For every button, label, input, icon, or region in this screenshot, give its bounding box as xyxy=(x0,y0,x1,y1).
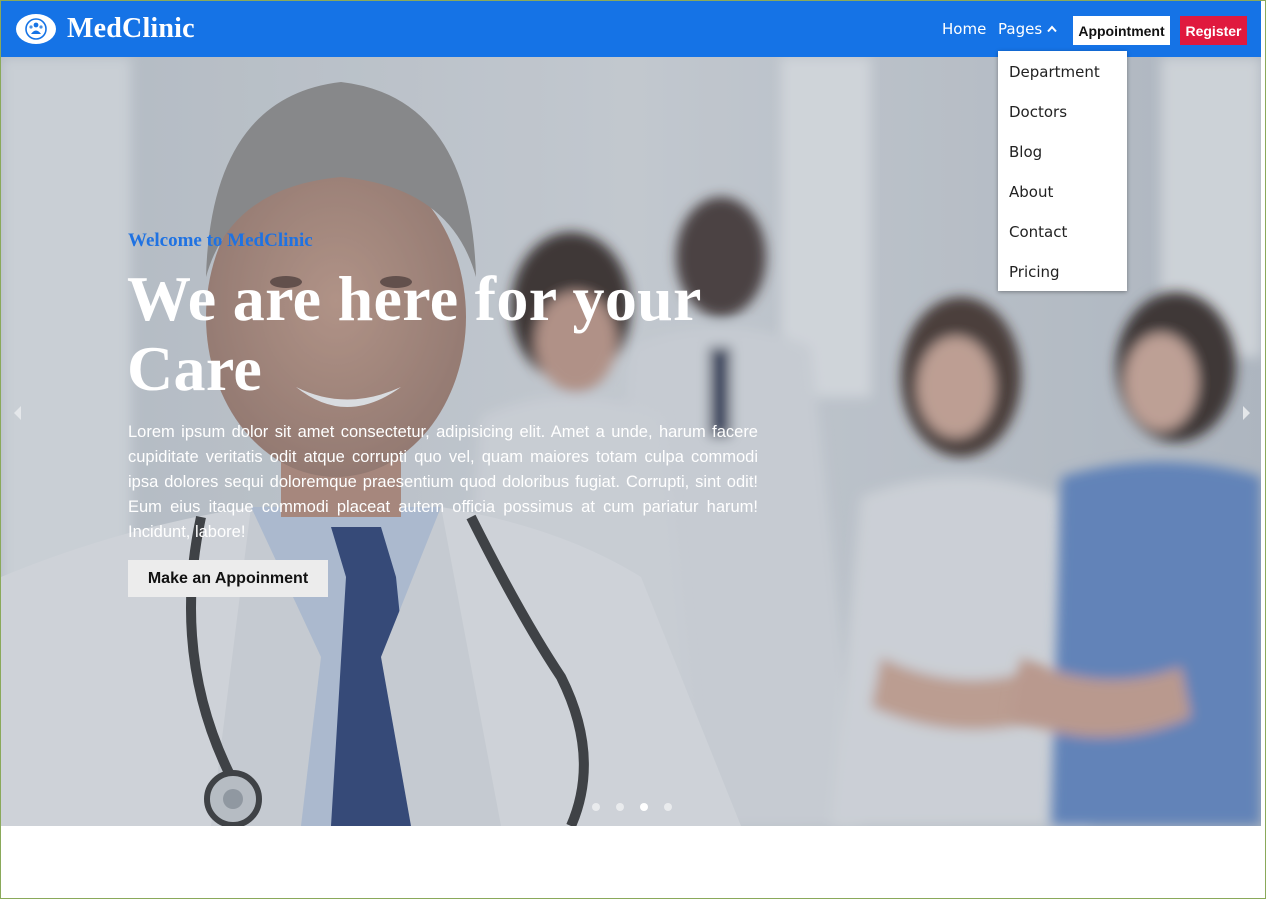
nav-pages-label: Pages xyxy=(998,20,1043,38)
brand[interactable]: MedClinic xyxy=(16,12,195,46)
register-button[interactable]: Register xyxy=(1180,16,1247,45)
carousel-prev-button[interactable] xyxy=(9,405,25,426)
hospital-logo-icon xyxy=(16,14,56,44)
appointment-button[interactable]: Appointment xyxy=(1073,16,1170,45)
nav-home-link[interactable]: Home xyxy=(942,20,986,38)
dropdown-item-doctors[interactable]: Doctors xyxy=(1009,103,1067,121)
pages-dropdown-menu: Department Doctors Blog About Contact Pr… xyxy=(998,51,1127,291)
dropdown-item-blog[interactable]: Blog xyxy=(1009,143,1042,161)
nav-pages-toggle[interactable]: Pages xyxy=(998,20,1057,38)
dropdown-item-pricing[interactable]: Pricing xyxy=(1009,263,1060,281)
carousel-dot-4[interactable] xyxy=(664,803,672,811)
carousel-dot-1[interactable] xyxy=(592,803,600,811)
hero-subtitle: Welcome to MedClinic xyxy=(128,230,313,251)
brand-name: MedClinic xyxy=(67,13,195,44)
chevron-right-icon xyxy=(1242,405,1252,426)
navbar: MedClinic Home Pages Appointment Registe… xyxy=(1,1,1261,57)
make-appointment-button[interactable]: Make an Appoinment xyxy=(128,560,328,597)
hero-description: Lorem ipsum dolor sit amet consectetur, … xyxy=(128,423,758,541)
chevron-left-icon xyxy=(12,405,22,426)
hero-title: We are here for your Care xyxy=(127,263,701,404)
dropdown-item-about[interactable]: About xyxy=(1009,183,1053,201)
dropdown-item-department[interactable]: Department xyxy=(1009,63,1100,81)
carousel-dot-3[interactable] xyxy=(640,803,648,811)
chevron-up-icon xyxy=(1047,25,1057,33)
dropdown-item-contact[interactable]: Contact xyxy=(1009,223,1067,241)
page-frame: MedClinic Home Pages Appointment Registe… xyxy=(0,0,1266,899)
carousel-next-button[interactable] xyxy=(1239,405,1255,426)
carousel-dot-2[interactable] xyxy=(616,803,624,811)
